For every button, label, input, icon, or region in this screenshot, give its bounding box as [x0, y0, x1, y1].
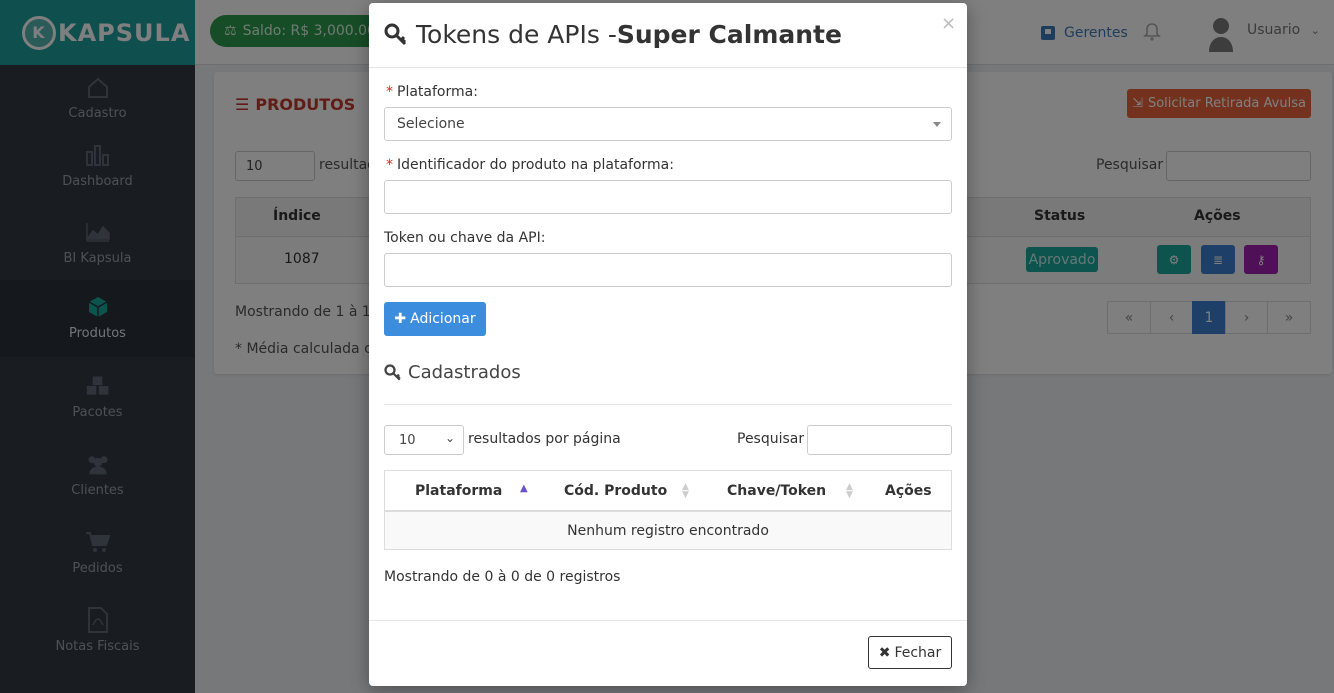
key-icon — [384, 363, 401, 381]
required-marker: * — [386, 84, 393, 100]
platform-label: * Plataforma: — [386, 84, 478, 100]
empty-row: Nenhum registro encontrado — [384, 512, 952, 550]
chevron-down-icon: ⌄ — [444, 431, 455, 445]
token-label: Token ou chave da API: — [384, 230, 546, 246]
section-divider — [384, 404, 952, 405]
sort-asc-icon: ▲ — [520, 483, 528, 494]
token-input[interactable] — [384, 253, 952, 287]
per-page-select[interactable]: 10 ⌄ — [384, 425, 464, 455]
close-icon[interactable]: × — [941, 13, 956, 34]
sort-icon: ▲ ▼ — [682, 482, 689, 500]
registered-section-title: Cadastrados — [384, 362, 521, 383]
required-marker: * — [386, 157, 393, 173]
column-plataforma[interactable]: Plataforma — [415, 483, 502, 499]
column-cod-produto[interactable]: Cód. Produto — [564, 483, 667, 499]
times-icon: ✖ — [878, 644, 891, 661]
modal-title-product: Super Calmante — [616, 20, 842, 49]
identifier-input[interactable] — [384, 180, 952, 214]
per-page-label: resultados por página — [468, 431, 621, 447]
modal-header: Tokens de APIs - Super Calmante × — [369, 3, 967, 68]
search-label: Pesquisar — [737, 431, 805, 447]
identifier-label: * Identificador do produto na plataforma: — [386, 157, 674, 173]
showing-text: Mostrando de 0 à 0 de 0 registros — [384, 569, 621, 585]
sort-icon: ▲ ▼ — [846, 482, 853, 500]
close-button[interactable]: ✖ Fechar — [868, 636, 952, 669]
search-input[interactable] — [807, 425, 952, 455]
plus-icon: ✚ — [394, 311, 407, 327]
modal-title-prefix: Tokens de APIs - — [416, 20, 617, 49]
modal-footer-divider — [369, 620, 967, 621]
platform-select[interactable]: Selecione — [384, 107, 952, 141]
key-icon — [384, 23, 407, 45]
tokens-modal: Tokens de APIs - Super Calmante × * Plata… — [369, 3, 967, 686]
column-chave-token[interactable]: Chave/Token — [727, 483, 826, 499]
add-button[interactable]: ✚ Adicionar — [384, 302, 486, 336]
caret-down-icon — [933, 122, 941, 127]
modal-title: Tokens de APIs - Super Calmante — [384, 20, 842, 49]
column-acoes[interactable]: Ações — [885, 483, 932, 499]
